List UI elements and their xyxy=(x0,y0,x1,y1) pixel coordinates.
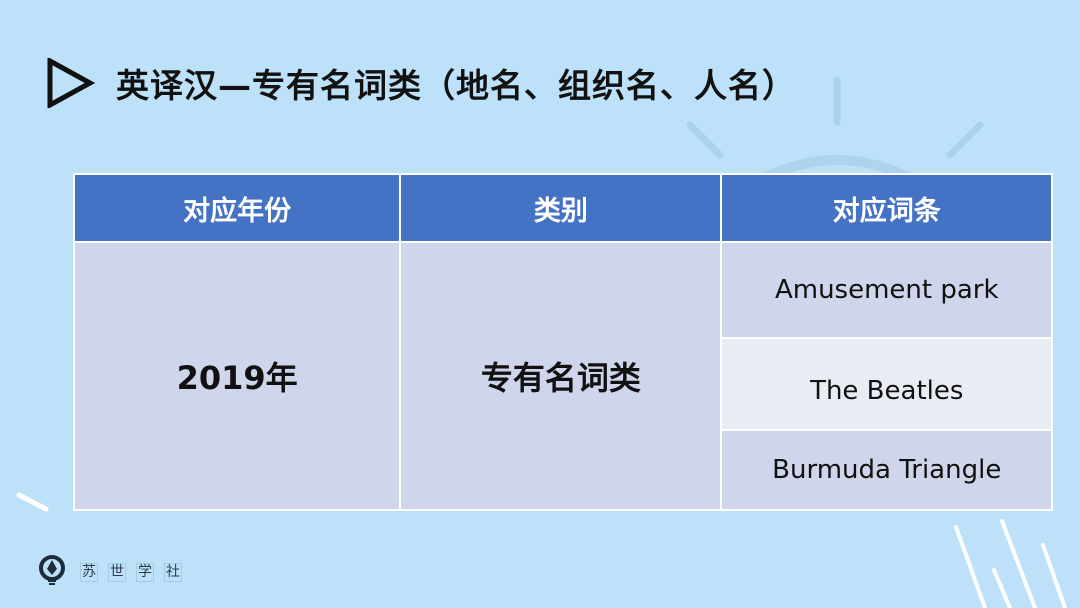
pen-nib-bulb-icon xyxy=(39,555,65,585)
brand-char: 苏 xyxy=(80,562,98,582)
header-year: 对应年份 xyxy=(72,173,402,243)
term-cell: The Beatles xyxy=(720,337,1053,431)
term-cell: Burmuda Triangle xyxy=(720,429,1053,511)
terms-table: 对应年份 类别 对应词条 2019年 专有名词类 Amusement park … xyxy=(72,173,1053,511)
brand-char: 学 xyxy=(136,562,154,582)
slide-header: 英译汉—专有名词类（地名、组织名、人名） xyxy=(46,58,796,108)
brand-logo: 苏 世 学 社 xyxy=(38,555,192,589)
header-terms: 对应词条 xyxy=(720,173,1053,243)
brand-char: 社 xyxy=(164,562,182,582)
brand-name: 苏 世 学 社 xyxy=(80,562,192,582)
table-header-row: 对应年份 类别 对应词条 xyxy=(72,173,1053,243)
play-triangle-icon xyxy=(47,58,96,108)
header-category: 类别 xyxy=(399,173,723,243)
brand-char: 世 xyxy=(108,562,126,582)
stroke-decoration-left xyxy=(16,492,49,512)
slide-title: 英译汉—专有名词类（地名、组织名、人名） xyxy=(116,66,796,105)
year-cell: 2019年 xyxy=(72,241,402,511)
stroke-decoration-right xyxy=(954,519,1067,608)
table-row: 2019年 专有名词类 Amusement park xyxy=(72,241,1053,511)
category-cell: 专有名词类 xyxy=(399,241,723,511)
term-cell: Amusement park xyxy=(720,241,1053,339)
